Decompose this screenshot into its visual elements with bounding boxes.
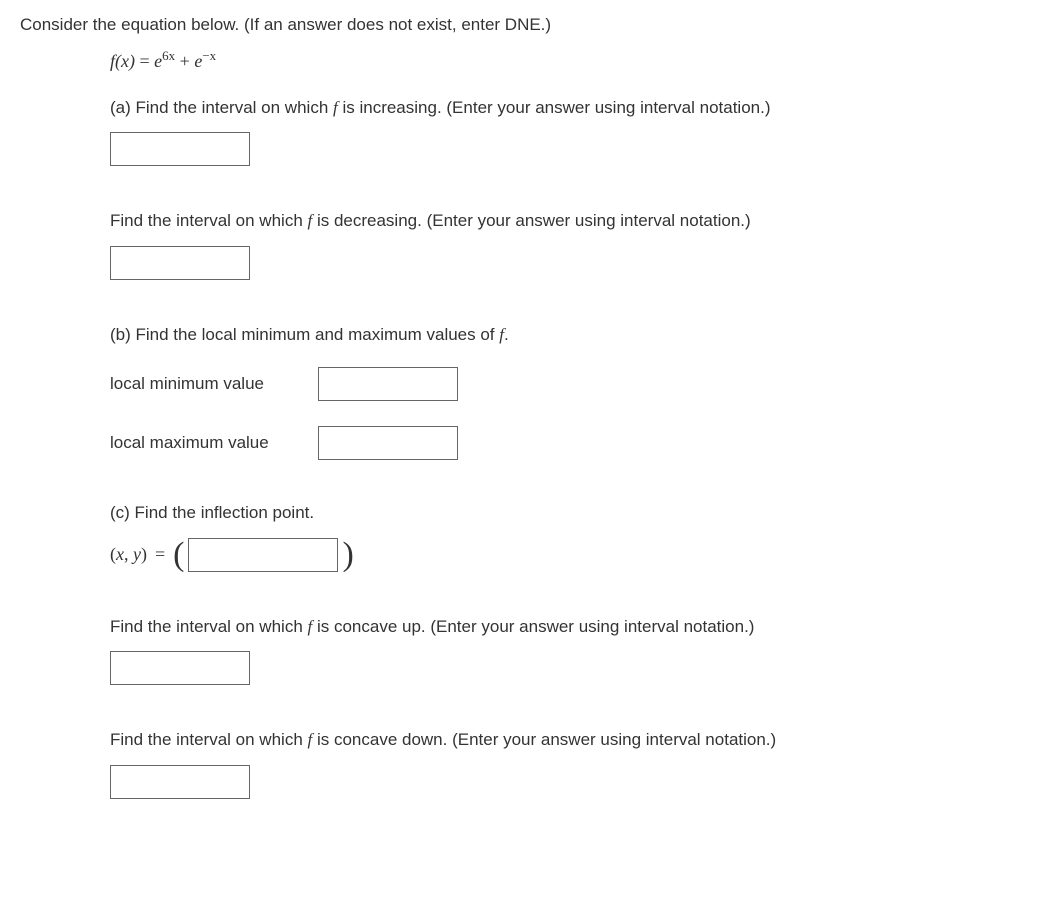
part-a-increasing-prompt: (a) Find the interval on which f is incr… (110, 95, 1044, 121)
eq-plus: + (180, 51, 190, 71)
local-min-label: local minimum value (110, 371, 300, 397)
prompt-text: . (504, 325, 509, 344)
eq-equals: = (140, 51, 150, 71)
left-paren: ( (173, 538, 184, 572)
eq-exp1: 6x (162, 48, 175, 63)
concave-up-input[interactable] (110, 651, 250, 685)
prompt-text: (b) Find the local minimum and maximum v… (110, 325, 499, 344)
inflection-point-row: (x, y) = ( ) (110, 538, 1044, 572)
eq-exp2: −x (202, 48, 216, 63)
eq-f: f (110, 51, 115, 71)
prompt-text: is concave down. (Enter your answer usin… (312, 730, 776, 749)
equation: f(x) = e6x + e−x (110, 46, 1044, 75)
y-var: y (133, 544, 141, 564)
increasing-interval-input[interactable] (110, 132, 250, 166)
decreasing-interval-input[interactable] (110, 246, 250, 280)
prompt-text: is concave up. (Enter your answer using … (312, 617, 754, 636)
concave-down-prompt: Find the interval on which f is concave … (110, 727, 1044, 753)
xy-label: (x, y) (110, 541, 147, 568)
prompt-text: Find the interval on which (110, 211, 308, 230)
part-c-prompt: (c) Find the inflection point. (110, 500, 1044, 526)
x-var: x (116, 544, 124, 564)
prompt-text: Find the interval on which (110, 730, 308, 749)
prompt-text: (a) Find the interval on which (110, 98, 333, 117)
local-min-input[interactable] (318, 367, 458, 401)
inflection-point-input[interactable] (188, 538, 338, 572)
intro-text: Consider the equation below. (If an answ… (20, 12, 1044, 38)
paren-text: ) (141, 544, 147, 564)
right-paren: ) (342, 538, 353, 572)
comma-text: , (124, 544, 133, 564)
equals-sign: = (155, 541, 165, 568)
prompt-text: is increasing. (Enter your answer using … (338, 98, 771, 117)
prompt-text: Find the interval on which (110, 617, 308, 636)
local-max-input[interactable] (318, 426, 458, 460)
part-a-decreasing-prompt: Find the interval on which f is decreasi… (110, 208, 1044, 234)
local-max-label: local maximum value (110, 430, 300, 456)
concave-up-prompt: Find the interval on which f is concave … (110, 614, 1044, 640)
prompt-text: is decreasing. (Enter your answer using … (312, 211, 750, 230)
eq-x: x (121, 51, 129, 71)
part-b-prompt: (b) Find the local minimum and maximum v… (110, 322, 1044, 348)
eq-e1: e (154, 51, 162, 71)
concave-down-input[interactable] (110, 765, 250, 799)
